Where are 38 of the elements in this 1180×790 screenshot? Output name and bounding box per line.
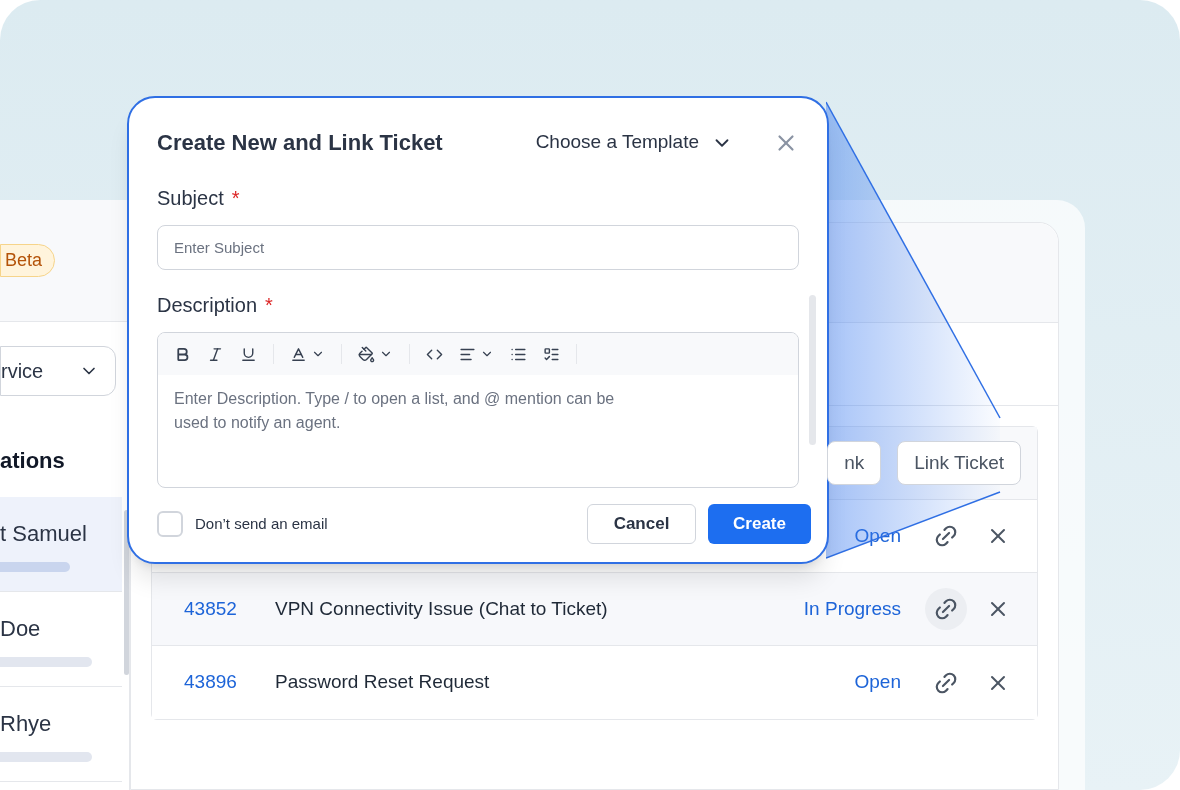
toolbar-button[interactable]: Link Ticket [897, 441, 1021, 485]
field-label: Description [157, 293, 258, 318]
text-color-icon [290, 345, 307, 363]
contact-name: t Samuel [0, 519, 88, 548]
contact-item[interactable]: t Samuel [0, 497, 122, 592]
checkbox-label: Don’t send an email [195, 513, 328, 534]
contact-name: Rhye [0, 709, 53, 738]
section-heading: ations [0, 447, 66, 475]
underline-icon[interactable] [240, 345, 257, 363]
fill-color-button[interactable] [358, 345, 393, 363]
text-color-button[interactable] [290, 345, 325, 363]
paint-bucket-icon [358, 345, 375, 363]
bold-icon[interactable] [174, 345, 191, 363]
ticket-subject: Password Reset Request [275, 670, 490, 695]
ticket-id-link[interactable]: 43852 [184, 594, 275, 624]
field-label: Subject [157, 186, 224, 211]
contact-name: Doe [0, 614, 42, 643]
checklist-icon[interactable] [543, 345, 560, 363]
required-mark: * [231, 186, 240, 211]
ticket-status: Open [854, 670, 901, 695]
link-button[interactable] [925, 588, 967, 630]
description-field[interactable]: Enter Description. Type / to open a list, and @ mention can be used to notify an agent. [158, 375, 798, 487]
dialog-title: Create New and Link Ticket [157, 129, 443, 157]
toolbar-button[interactable]: nk [827, 441, 882, 485]
beta-badge: Beta [0, 244, 56, 277]
cancel-button[interactable]: Cancel [587, 504, 696, 544]
checkbox[interactable] [157, 511, 183, 537]
ticket-id-link[interactable]: 43896 [184, 668, 275, 697]
placeholder-bar [0, 561, 70, 572]
description-editor[interactable]: Enter Description. Type / to open a list, and @ mention can be used to notify an agent. [157, 332, 799, 488]
italic-icon[interactable] [207, 345, 224, 363]
create-button[interactable]: Create [708, 504, 811, 544]
ticket-status: In Progress [803, 596, 901, 621]
subject-field[interactable]: Enter Subject [157, 225, 799, 270]
required-mark: * [265, 293, 273, 318]
template-dropdown[interactable]: Choose a Template [535, 128, 733, 157]
dropdown[interactable]: rvice [0, 346, 116, 396]
ticket-subject: VPN Connectivity Issue (Chat to Ticket) [275, 596, 608, 621]
